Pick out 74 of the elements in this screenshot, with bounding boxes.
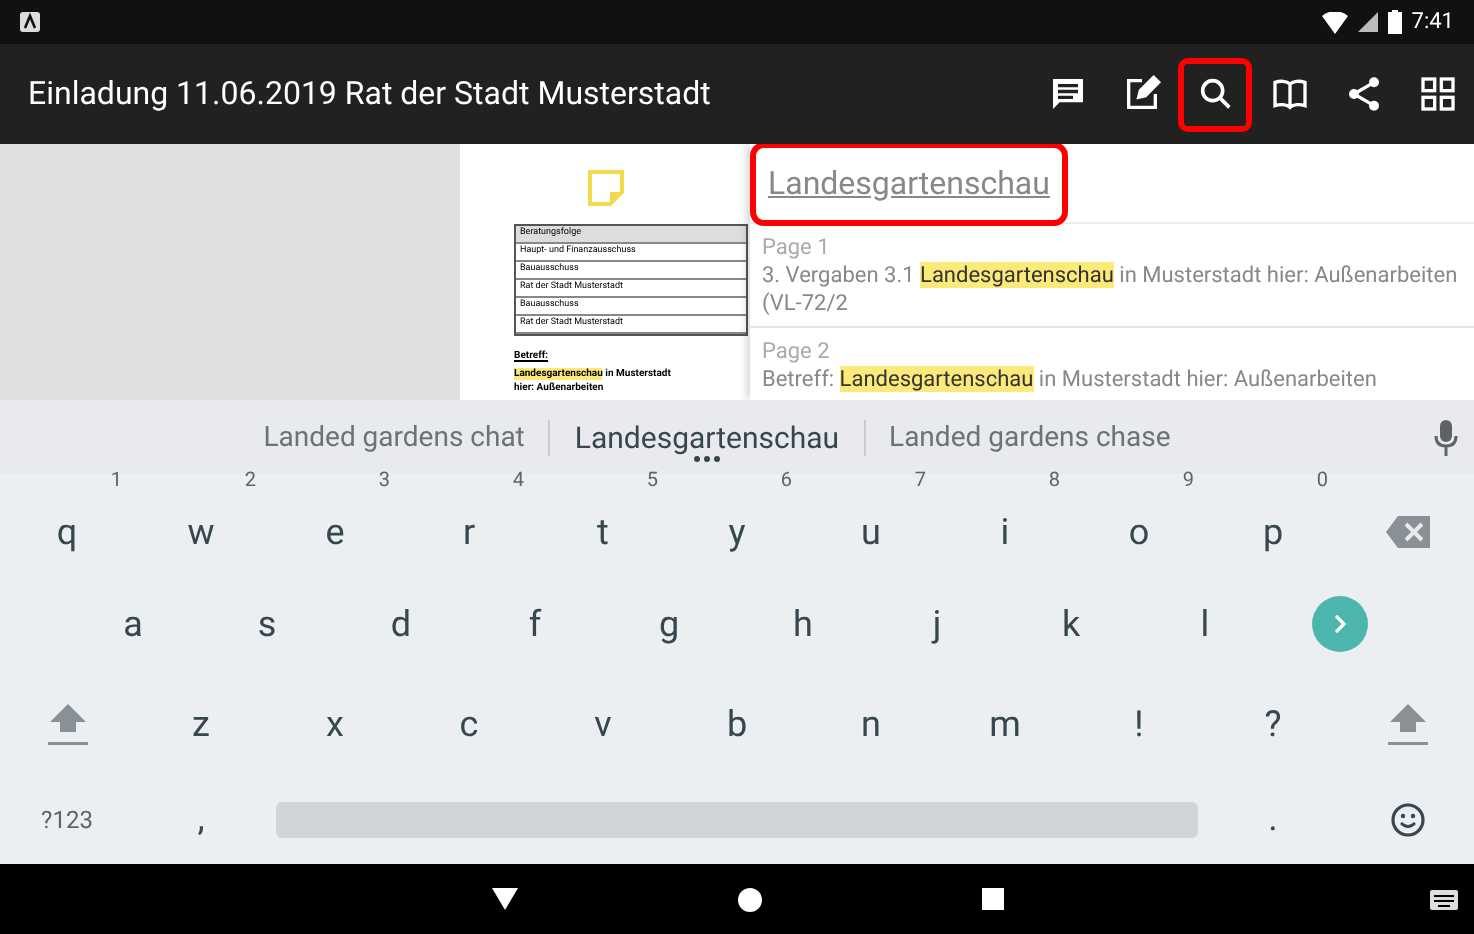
signal-icon [1357, 12, 1378, 32]
comment-icon [1047, 74, 1087, 114]
document-title: Einladung 11.06.2019 Rat der Stadt Musterstadt [28, 72, 713, 116]
keyboard-key[interactable]: s [241, 597, 293, 651]
key-hint: 2 [244, 468, 256, 496]
keyboard-key[interactable]: l [1184, 597, 1226, 651]
search-result[interactable]: Page 1 3. Vergaben 3.1 Landesgartenschau in Musterstadt hier: Außenarbeiten (VL-72/2 [750, 224, 1474, 328]
app-notification-icon [20, 12, 40, 32]
microphone-icon[interactable] [1434, 419, 1458, 455]
keyboard-key[interactable]: m [973, 697, 1037, 751]
share-icon [1343, 74, 1383, 114]
keyboard-key[interactable]: ! [1118, 697, 1160, 751]
keyboard-key[interactable]: w [171, 505, 231, 559]
search-icon [1195, 74, 1235, 114]
keyboard-key[interactable]: j [916, 597, 958, 651]
keyboard-key[interactable]: u [845, 505, 897, 559]
keyboard-key[interactable]: ? [1248, 697, 1298, 751]
shift-icon[interactable] [45, 700, 89, 748]
keyboard-key[interactable]: h [777, 597, 829, 651]
keyboard-icon[interactable] [1430, 889, 1458, 909]
keyboard-key[interactable]: i [984, 505, 1026, 559]
keyboard-key[interactable]: v [578, 697, 628, 751]
back-icon[interactable] [491, 888, 517, 910]
symbols-key[interactable]: ?123 [41, 801, 93, 837]
home-icon[interactable] [737, 887, 761, 911]
chevron-right-icon [1329, 614, 1349, 634]
toolbar-button[interactable] [1178, 57, 1252, 131]
sticky-note-icon [585, 168, 625, 208]
recents-icon[interactable] [981, 888, 1003, 910]
keyboard-key[interactable]: q [40, 505, 94, 559]
key-hint: 0 [1316, 468, 1328, 496]
book-icon [1269, 74, 1309, 114]
smiley-icon[interactable] [1389, 801, 1425, 837]
suggestion[interactable]: Landed gardens chat [239, 419, 549, 455]
key-hint: 6 [780, 468, 792, 496]
grid-icon [1417, 74, 1457, 114]
result-text: Betreff: Landesgartenschau in Musterstadt hier: Außenarbeiten [762, 366, 1379, 394]
key-hint: 5 [646, 468, 658, 496]
search-query[interactable]: Landesgartenschau [750, 144, 1068, 225]
backspace-icon[interactable] [1385, 516, 1429, 548]
wifi-icon [1321, 11, 1348, 33]
suggestion[interactable]: Landed gardens chase [865, 419, 1195, 455]
keyboard-key[interactable]: z [176, 697, 226, 751]
keyboard-key[interactable]: d [374, 597, 428, 651]
key-hint: 3 [378, 468, 390, 496]
keyboard-key[interactable]: o [1112, 505, 1166, 559]
keyboard-key[interactable]: p [1246, 505, 1300, 559]
keyboard-key[interactable]: y [712, 505, 762, 559]
key-hint: 7 [914, 468, 926, 496]
keyboard-key[interactable]: r [446, 505, 492, 559]
key-hint: 4 [512, 468, 524, 496]
key-hint: 8 [1048, 468, 1060, 496]
keyboard-key[interactable]: g [642, 597, 696, 651]
shift-icon[interactable] [1385, 700, 1429, 748]
keyboard-key[interactable]: b [710, 697, 764, 751]
keyboard-key[interactable]: . [1252, 792, 1294, 846]
keyboard-key[interactable]: n [845, 697, 897, 751]
clock: 7:41 [1411, 5, 1454, 38]
keyboard-key[interactable]: x [310, 697, 360, 751]
keyboard-key[interactable]: a [107, 597, 159, 651]
battery-icon [1387, 10, 1402, 34]
keyboard-key[interactable]: , [181, 792, 221, 846]
key-hint: 9 [1182, 468, 1194, 496]
result-page: Page 2 [762, 338, 832, 366]
keyboard-key[interactable]: e [309, 505, 361, 559]
result-text: 3. Vergaben 3.1 Landesgartenschau in Musterstadt hier: Außenarbeiten (VL-72/2 [762, 262, 1460, 318]
keyboard-key[interactable]: c [443, 697, 495, 751]
key-hint: 1 [110, 468, 122, 496]
keyboard-key[interactable]: f [512, 597, 558, 651]
keyboard-key[interactable]: k [1045, 597, 1097, 651]
keyboard-key[interactable]: t [581, 505, 625, 559]
result-page: Page 1 [762, 234, 832, 262]
edit-icon [1121, 74, 1161, 114]
suggestion[interactable]: Landesgartenschau [550, 411, 864, 463]
